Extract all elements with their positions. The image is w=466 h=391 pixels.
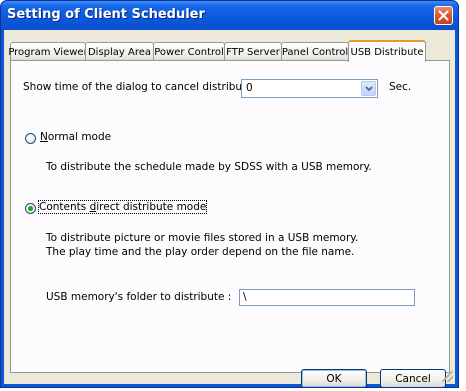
title-bar[interactable]: Setting of Client Scheduler [1,1,458,30]
tab-label: Program Viewer [8,46,88,58]
ok-button[interactable]: OK [301,369,367,387]
show-time-select[interactable]: 0 [241,79,378,98]
normal-mode-radio[interactable] [25,133,36,144]
cancel-button[interactable]: Cancel [380,369,446,387]
window-title: Setting of Client Scheduler [7,7,205,22]
tab-label: FTP Server [226,46,280,58]
usb-folder-value: \ [243,291,247,303]
close-icon [438,10,449,21]
direct-mode-description-line1: To distribute picture or movie files sto… [46,232,359,244]
dropdown-button[interactable] [361,81,376,96]
tab-label: Panel Control [281,46,349,58]
usb-distribute-panel: Show time of the dialog to cancel distri… [10,60,450,373]
tab-ftp-server[interactable]: FTP Server [224,42,282,61]
dialog-window: Setting of Client Scheduler Program View… [0,0,459,388]
tab-strip: Program Viewer Display Area Power Contro… [8,40,450,62]
direct-mode-radio[interactable] [25,203,36,214]
normal-mode-description: To distribute the schedule made by SDSS … [46,161,372,173]
tab-panel-control[interactable]: Panel Control [281,42,349,61]
resize-grip-icon[interactable] [442,371,453,382]
direct-mode-label[interactable]: Contents direct distribute mode [37,200,208,214]
tab-label: Power Control [154,46,224,58]
tab-usb-distribute[interactable]: USB Distribute [348,40,426,62]
tab-display-area[interactable]: Display Area [85,42,154,61]
cancel-button-label: Cancel [395,372,431,385]
tab-power-control[interactable]: Power Control [153,42,225,61]
normal-mode-label[interactable]: Normal mode [40,131,111,143]
close-button[interactable] [434,6,453,25]
usb-folder-input[interactable]: \ [239,289,415,306]
show-time-label: Show time of the dialog to cancel distri… [23,81,266,93]
ok-button-label: OK [326,372,342,385]
tab-program-viewer[interactable]: Program Viewer [8,42,88,61]
seconds-unit-label: Sec. [389,81,412,93]
show-time-value: 0 [246,82,253,94]
dialog-body: Program Viewer Display Area Power Contro… [4,30,455,387]
tab-label: USB Distribute [350,46,424,58]
tab-label: Display Area [87,46,152,58]
direct-mode-description-line2: The play time and the play order depend … [46,246,355,258]
chevron-down-icon [364,85,373,91]
usb-folder-label: USB memory's folder to distribute : [46,291,232,303]
